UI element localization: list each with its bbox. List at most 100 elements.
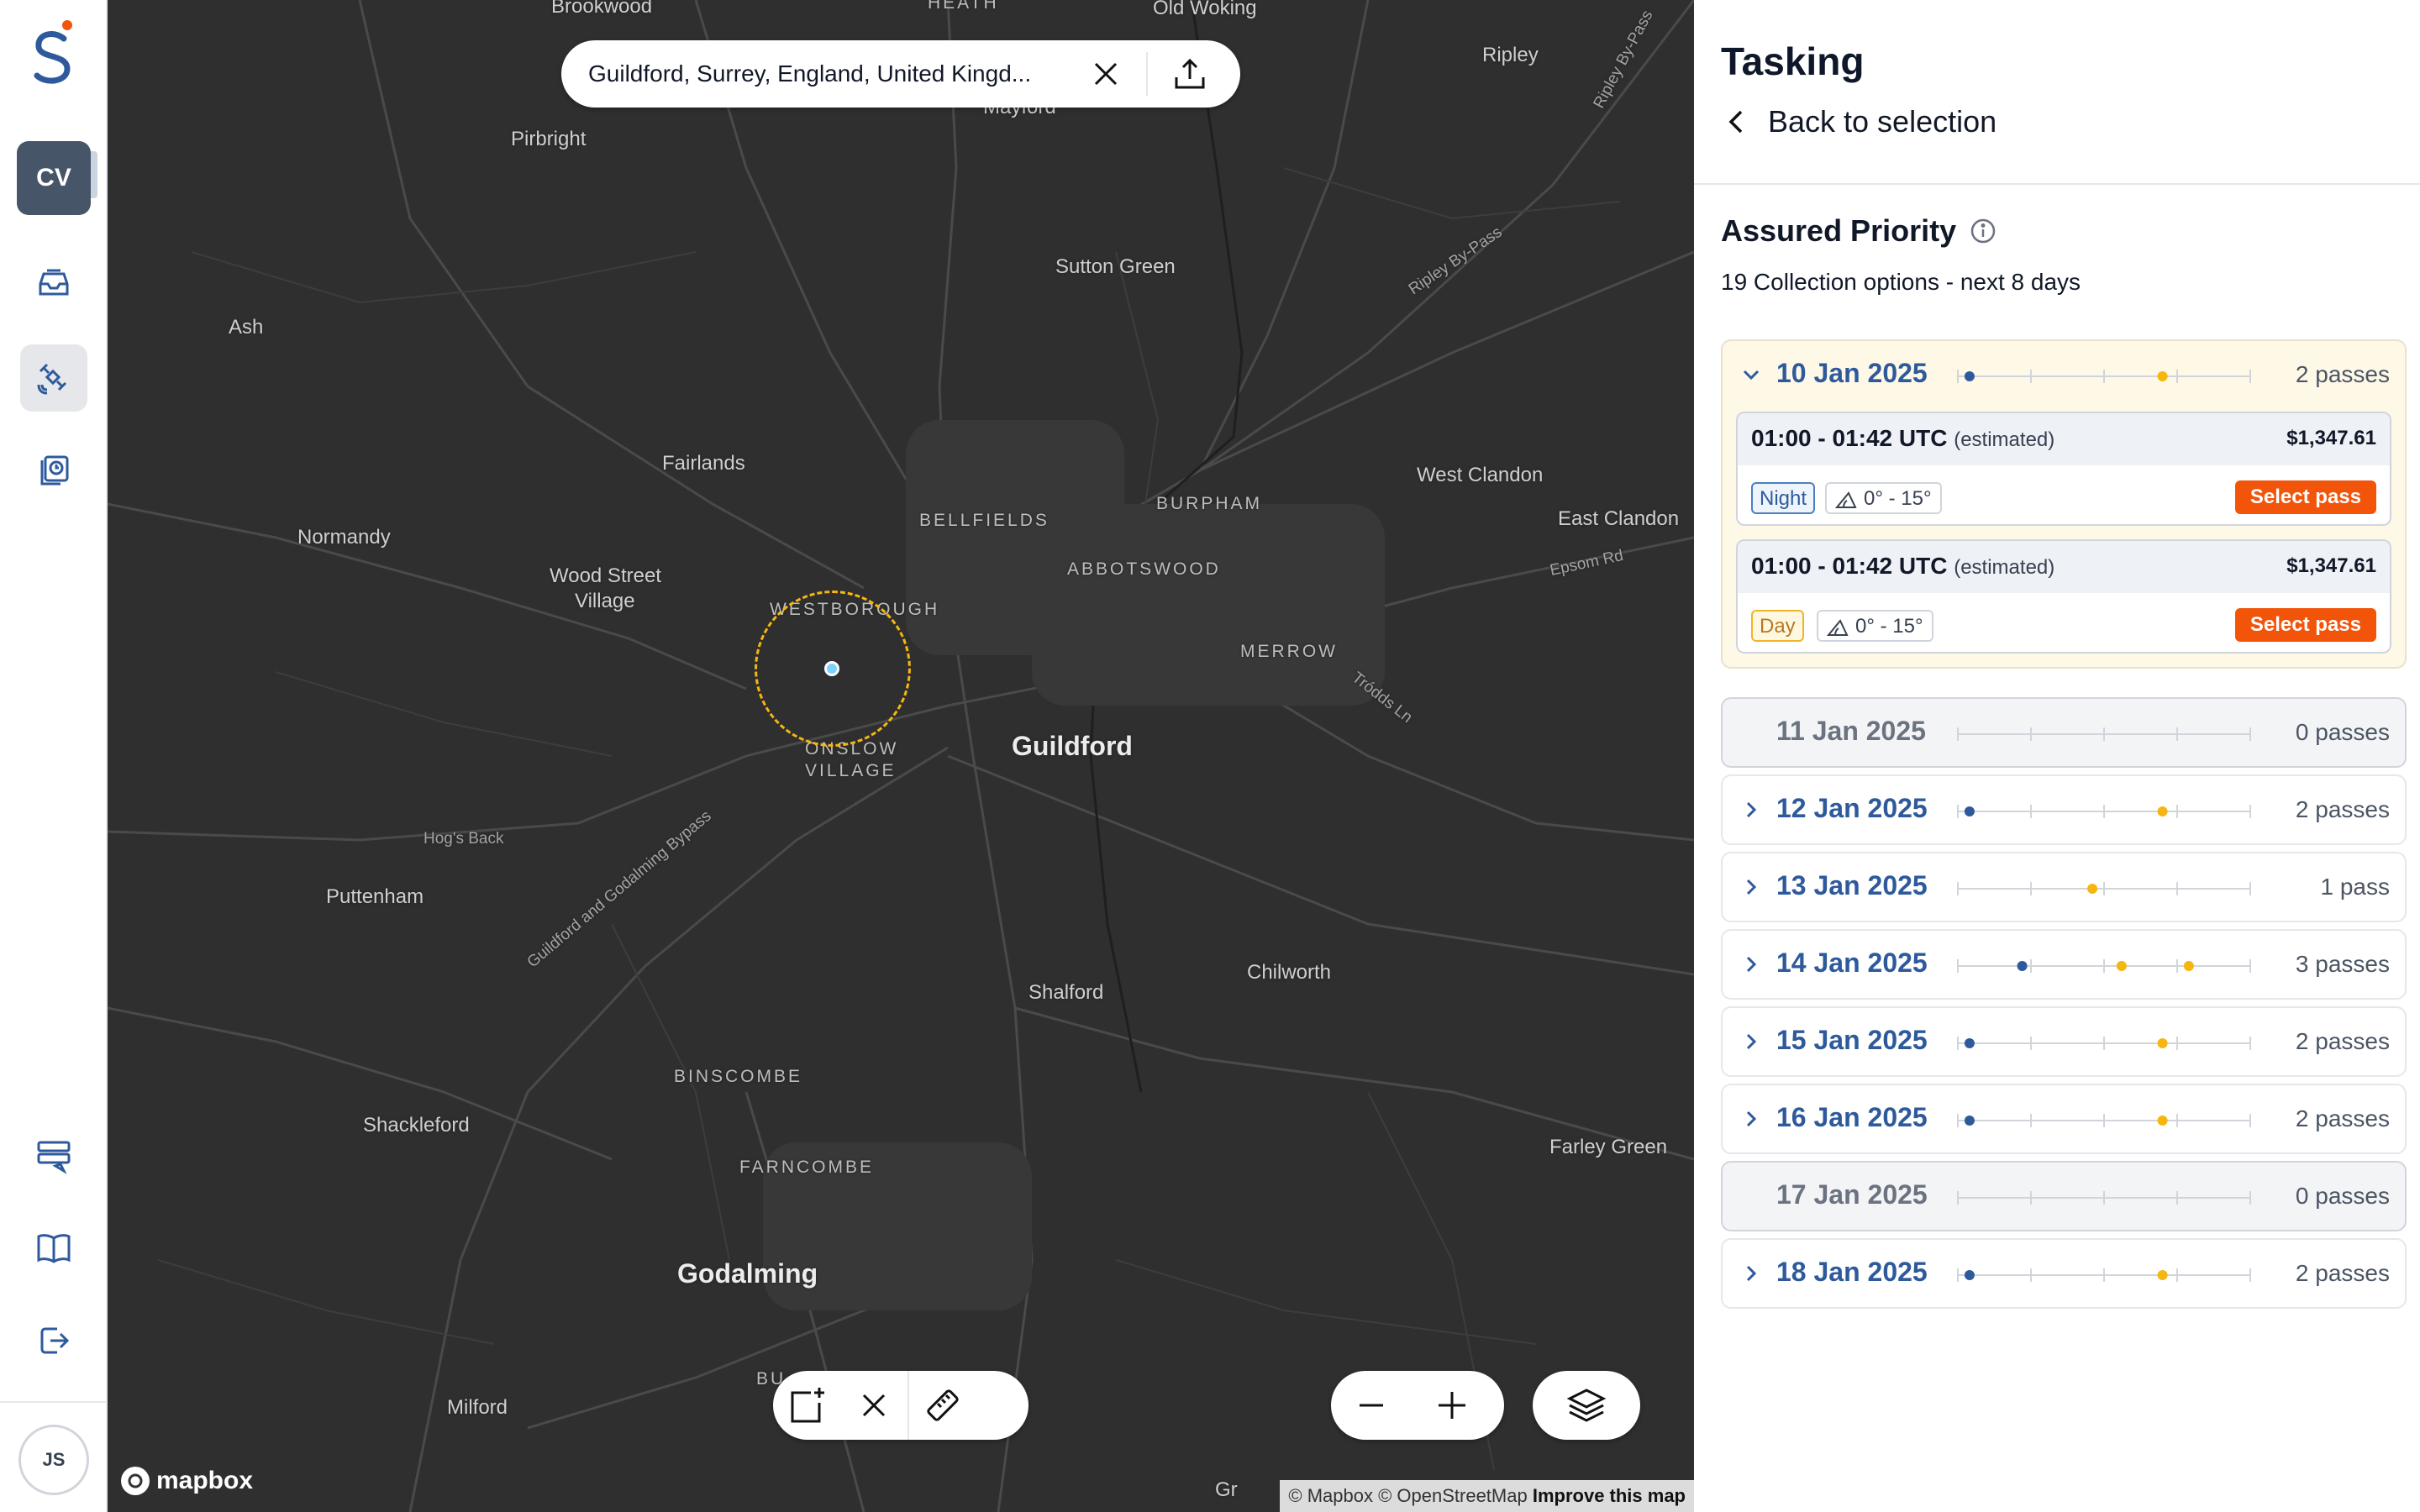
inbox-nav-button[interactable] (20, 249, 87, 316)
pass-card-header: 01:00 - 01:42 UTC (estimated) $1,347.61 (1738, 413, 2390, 465)
chevron-down-icon[interactable] (1738, 361, 1765, 388)
clear-shape-button[interactable] (840, 1371, 908, 1440)
chevron-left-icon (1728, 110, 1743, 134)
clear-search-button[interactable] (1089, 57, 1123, 91)
map-label: Milford (447, 1396, 508, 1419)
pass-timeline (1957, 959, 2251, 973)
day-pass-dot[interactable] (2087, 884, 2098, 894)
day-pass-dot[interactable] (2157, 1270, 2168, 1280)
map-label: Hog's Back (424, 830, 504, 848)
day-pass-dot[interactable] (2157, 1116, 2168, 1126)
plus-icon (1439, 1392, 1465, 1419)
day-date: 15 Jan 2025 (1776, 1025, 1928, 1055)
day-row[interactable]: 16 Jan 2025 2 passes (1721, 1084, 2407, 1154)
select-pass-button[interactable]: Select pass (2234, 608, 2376, 642)
day-header[interactable]: 15 Jan 2025 2 passes (1723, 1008, 2405, 1075)
upload-aoi-button[interactable] (1170, 54, 1210, 94)
night-pass-dot[interactable] (1964, 371, 1975, 381)
day-header[interactable]: 13 Jan 2025 1 pass (1723, 853, 2405, 921)
map-label: MERROW (1240, 642, 1338, 661)
day-date: 10 Jan 2025 (1776, 358, 1928, 388)
map-label: Farley Green (1549, 1136, 1668, 1158)
day-header[interactable]: 18 Jan 2025 2 passes (1723, 1240, 2405, 1307)
night-pass-dot[interactable] (1964, 1270, 1975, 1280)
day-header[interactable]: 10 Jan 2025 2 passes (1723, 341, 2405, 408)
day-pass-dot[interactable] (2157, 371, 2168, 381)
pass-count: 2 passes (2295, 1260, 2390, 1286)
chevron-right-icon[interactable] (1738, 1260, 1765, 1287)
map-canvas[interactable]: Brookwood HEATH Old Woking Ripley Ripley… (108, 0, 1694, 1512)
day-pass-dot[interactable] (2183, 961, 2194, 971)
map-label: Wood Street (550, 564, 661, 587)
pass-time-note: (estimated) (1954, 428, 2055, 451)
pass-card-header: 01:00 - 01:42 UTC (estimated) $1,347.61 (1738, 541, 2390, 593)
day-header: 17 Jan 2025 0 passes (1723, 1163, 2405, 1230)
day-row[interactable]: 13 Jan 2025 1 pass (1721, 852, 2407, 922)
day-row[interactable]: 15 Jan 2025 2 passes (1721, 1006, 2407, 1077)
improve-map-link[interactable]: Improve this map (1533, 1485, 1686, 1506)
workspace-avatar[interactable]: CV (17, 141, 91, 215)
info-icon[interactable] (1970, 218, 1996, 244)
day-row[interactable]: 12 Jan 2025 2 passes (1721, 774, 2407, 845)
back-label: Back to selection (1768, 104, 1997, 139)
add-shape-icon (791, 1388, 824, 1423)
map-label: BINSCOMBE (674, 1067, 803, 1086)
night-pass-dot[interactable] (2017, 961, 2028, 971)
location-pin[interactable] (824, 661, 839, 676)
day-header[interactable]: 14 Jan 2025 3 passes (1723, 931, 2405, 998)
user-avatar[interactable]: JS (18, 1425, 89, 1495)
map-label: East Clandon (1558, 507, 1680, 530)
day-row: 11 Jan 2025 0 passes (1721, 697, 2407, 768)
pass-time-range: 01:00 - 01:42 UTC (1751, 553, 1948, 579)
off-nadir-angle: 0° - 15° (1825, 482, 1942, 514)
day-row[interactable]: 18 Jan 2025 2 passes (1721, 1238, 2407, 1309)
measure-button[interactable] (909, 1371, 976, 1440)
day-header: 11 Jan 2025 0 passes (1723, 699, 2405, 766)
location-search-bar[interactable]: Guildford, Surrey, England, United Kingd… (561, 40, 1240, 108)
night-pass-dot[interactable] (1964, 1038, 1975, 1048)
chevron-right-icon[interactable] (1738, 1028, 1765, 1055)
zoom-in-button[interactable] (1412, 1371, 1492, 1440)
attribution-text[interactable]: © Mapbox © OpenStreetMap (1288, 1485, 1527, 1506)
zoom-out-button[interactable] (1331, 1371, 1412, 1440)
day-header[interactable]: 16 Jan 2025 2 passes (1723, 1085, 2405, 1152)
chevron-right-icon[interactable] (1738, 1105, 1765, 1132)
orders-nav-button[interactable] (20, 1122, 87, 1189)
docs-nav-button[interactable] (20, 1215, 87, 1282)
day-date: 14 Jan 2025 (1776, 948, 1928, 978)
night-pass-dot[interactable] (1964, 1116, 1975, 1126)
pass-count: 0 passes (2295, 1183, 2390, 1209)
chevron-right-icon[interactable] (1738, 874, 1765, 900)
tasking-nav-button[interactable] (20, 344, 87, 412)
day-row[interactable]: 10 Jan 2025 2 passes 01:00 - 01:42 UTC (es… (1721, 339, 2407, 669)
search-input[interactable]: Guildford, Surrey, England, United Kingd… (588, 60, 1084, 87)
day-pass-dot[interactable] (2116, 961, 2127, 971)
mapbox-logo[interactable]: mapbox (121, 1467, 253, 1495)
chevron-right-icon[interactable] (1738, 796, 1765, 823)
pass-time: 01:00 - 01:42 UTC (estimated) (1751, 553, 2054, 580)
night-pass-dot[interactable] (1964, 806, 1975, 816)
layers-button[interactable] (1553, 1371, 1620, 1440)
map-label: BELLFIELDS (919, 511, 1050, 530)
logout-nav-button[interactable] (20, 1307, 87, 1374)
map-label: Village (575, 590, 635, 612)
map-label: Gr (1215, 1478, 1238, 1501)
chevron-right-icon[interactable] (1738, 951, 1765, 978)
pass-count: 2 passes (2295, 796, 2390, 822)
map-label: BURPHAM (1156, 494, 1263, 513)
draw-shape-button[interactable] (773, 1371, 840, 1440)
back-to-selection-link[interactable]: Back to selection (1728, 104, 1996, 139)
day-date: 12 Jan 2025 (1776, 793, 1928, 823)
day-row[interactable]: 14 Jan 2025 3 passes (1721, 929, 2407, 1000)
tier-heading: Assured Priority (1721, 213, 1996, 249)
app-logo[interactable] (30, 17, 77, 92)
history-nav-button[interactable] (20, 437, 87, 504)
map-label: Brookwood (551, 0, 653, 18)
day-header[interactable]: 12 Jan 2025 2 passes (1723, 776, 2405, 843)
pass-time-note: (estimated) (1954, 556, 2055, 579)
select-pass-button[interactable]: Select pass (2234, 480, 2376, 514)
pass-timeline (1957, 727, 2251, 741)
map-label: West Clandon (1417, 464, 1544, 486)
day-pass-dot[interactable] (2157, 1038, 2168, 1048)
day-pass-dot[interactable] (2157, 806, 2168, 816)
